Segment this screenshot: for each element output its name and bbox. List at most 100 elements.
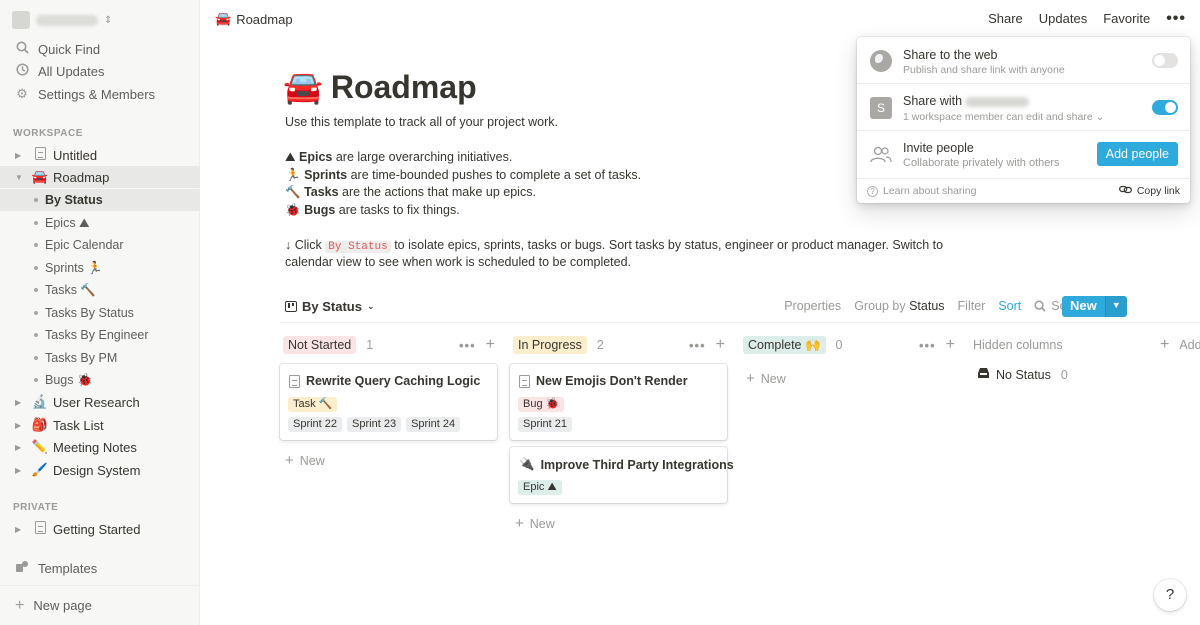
- more-icon[interactable]: •••: [459, 338, 476, 353]
- add-card-not-started[interactable]: + New: [285, 452, 325, 469]
- view-label: Epic Calendar: [45, 238, 124, 252]
- view-switcher[interactable]: By Status ⌄: [285, 299, 375, 314]
- add-card-complete[interactable]: + New: [746, 370, 786, 387]
- copy-link-button[interactable]: Copy link: [1118, 185, 1180, 197]
- properties-button[interactable]: Properties: [784, 299, 841, 313]
- triangle-right-icon[interactable]: ▶: [15, 398, 25, 407]
- search-icon: [1034, 300, 1046, 312]
- document-icon: [31, 147, 49, 163]
- share-with-subtitle[interactable]: 1 workspace member can edit and share ⌄: [903, 111, 1104, 123]
- workspace-switcher[interactable]: ⇕: [12, 9, 112, 31]
- column-in-progress-header[interactable]: In Progress 2: [513, 336, 604, 354]
- add-card-label: New: [299, 453, 325, 468]
- board-card[interactable]: Rewrite Query Caching Logic Task 🔨 Sprin…: [280, 364, 497, 440]
- view-sprints[interactable]: Sprints 🏃: [0, 257, 200, 279]
- settings-members[interactable]: ⚙ Settings & Members: [0, 83, 200, 105]
- sidebar-page-user-research[interactable]: ▶ 🔬 User Research: [0, 391, 200, 413]
- page-icon[interactable]: 🚘: [283, 68, 323, 106]
- share-web-toggle[interactable]: [1152, 53, 1178, 68]
- view-label: Bugs 🐞: [45, 372, 93, 387]
- triangle-right-icon[interactable]: ▶: [15, 525, 25, 534]
- bullet-dot: [34, 378, 38, 382]
- sprint-pill: Sprint 24: [406, 417, 461, 432]
- all-updates[interactable]: All Updates: [0, 60, 200, 82]
- column-not-started-header[interactable]: Not Started 1: [283, 336, 373, 354]
- breadcrumb[interactable]: 🚘 Roadmap: [215, 11, 293, 27]
- add-people-button[interactable]: Add people: [1096, 142, 1178, 166]
- new-button[interactable]: New ▼: [1062, 296, 1127, 317]
- hidden-columns-header: Hidden columns: [973, 336, 1063, 354]
- page-title[interactable]: 🚘 Roadmap: [283, 68, 477, 106]
- triangle-right-icon[interactable]: ▶: [15, 151, 25, 160]
- backpack-icon: 🎒: [31, 417, 49, 432]
- more-icon[interactable]: •••: [689, 338, 706, 353]
- triangle-right-icon[interactable]: ▶: [15, 443, 25, 452]
- view-bugs[interactable]: Bugs 🐞: [0, 369, 200, 391]
- column-controls: ••• +: [919, 336, 955, 354]
- view-epics[interactable]: Epics ⛰: [0, 212, 200, 234]
- share-to-web-row[interactable]: Share to the web Publish and share link …: [857, 37, 1190, 84]
- share-with-workspace-row[interactable]: S Share with 1 workspace member can edit…: [857, 84, 1190, 131]
- learn-label: Learn about sharing: [883, 185, 977, 197]
- quick-find[interactable]: Quick Find: [0, 38, 200, 60]
- all-updates-label: All Updates: [38, 63, 105, 79]
- board-card[interactable]: 🔌 Improve Third Party Integrations Epic …: [510, 447, 734, 503]
- group-by-label: Group by: [854, 299, 906, 313]
- triangle-right-icon[interactable]: ▶: [15, 421, 25, 430]
- page-label: Meeting Notes: [53, 439, 137, 455]
- templates[interactable]: Templates: [0, 557, 200, 579]
- learn-about-sharing-link[interactable]: ? Learn about sharing: [867, 185, 976, 197]
- help-button[interactable]: ?: [1154, 579, 1186, 611]
- favorite-button[interactable]: Favorite: [1103, 11, 1150, 26]
- more-icon[interactable]: •••: [919, 338, 936, 353]
- filter-button[interactable]: Filter: [958, 299, 986, 313]
- no-status-count: 0: [1060, 367, 1068, 382]
- view-epic-calendar[interactable]: Epic Calendar: [0, 234, 200, 256]
- more-icon[interactable]: •••: [1166, 10, 1186, 26]
- plus-icon[interactable]: +: [716, 336, 725, 354]
- new-page-label: New page: [33, 598, 92, 613]
- new-button-label[interactable]: New: [1062, 296, 1105, 317]
- view-tasks-by-pm[interactable]: Tasks By PM: [0, 347, 200, 369]
- share-with-title: Share with: [903, 94, 1030, 108]
- updates-button[interactable]: Updates: [1039, 11, 1087, 26]
- view-label: Tasks By Engineer: [45, 328, 149, 342]
- plus-icon[interactable]: +: [946, 336, 955, 354]
- sidebar-page-meeting-notes[interactable]: ▶ ✏️ Meeting Notes: [0, 436, 200, 458]
- bullet-dot: [34, 311, 38, 315]
- view-tasks[interactable]: Tasks 🔨: [0, 279, 200, 301]
- share-button[interactable]: Share: [988, 11, 1023, 26]
- triangle-down-icon[interactable]: ▼: [15, 173, 25, 182]
- share-with-toggle[interactable]: [1152, 100, 1178, 115]
- view-by-status[interactable]: By Status: [0, 189, 200, 211]
- workspace-avatar: S: [870, 97, 892, 119]
- sidebar-page-roadmap[interactable]: ▼ 🚘 Roadmap: [0, 166, 200, 188]
- sidebar-page-untitled[interactable]: ▶ Untitled: [0, 144, 200, 166]
- view-tasks-by-status[interactable]: Tasks By Status: [0, 302, 200, 324]
- plus-icon[interactable]: +: [486, 336, 495, 354]
- breadcrumb-label: Roadmap: [236, 11, 293, 27]
- column-controls: ••• +: [459, 336, 495, 354]
- sidebar-page-task-list[interactable]: ▶ 🎒 Task List: [0, 414, 200, 436]
- hidden-column-no-status[interactable]: No Status 0: [977, 367, 1068, 382]
- group-by-button[interactable]: Group by Status: [854, 299, 944, 313]
- card-sprint-row: Sprint 21: [518, 417, 573, 432]
- invite-subtitle: Collaborate privately with others: [903, 157, 1060, 169]
- triangle-right-icon[interactable]: ▶: [15, 466, 25, 475]
- bullet-bold: Bugs: [304, 202, 336, 217]
- bullet-dot: [34, 266, 38, 270]
- sort-button[interactable]: Sort: [998, 299, 1021, 313]
- topbar-actions: Share Updates Favorite •••: [988, 10, 1186, 26]
- view-tasks-by-engineer[interactable]: Tasks By Engineer: [0, 324, 200, 346]
- workspace-name-blurred: [36, 14, 98, 26]
- chevron-down-icon[interactable]: ▼: [1104, 296, 1127, 317]
- sidebar-page-getting-started[interactable]: ▶ Getting Started: [0, 518, 200, 540]
- sidebar-page-design-system[interactable]: ▶ 🖌️ Design System: [0, 459, 200, 481]
- add-card-in-progress[interactable]: + New: [515, 515, 555, 532]
- add-column[interactable]: + Add: [1160, 336, 1200, 354]
- column-complete-header[interactable]: Complete 🙌 0: [743, 336, 843, 354]
- new-page-button[interactable]: + New page: [0, 585, 200, 625]
- view-label: Epics ⛰: [45, 215, 90, 230]
- column-count: 1: [366, 338, 374, 352]
- board-card[interactable]: New Emojis Don't Render Bug 🐞 Sprint 21: [510, 364, 727, 440]
